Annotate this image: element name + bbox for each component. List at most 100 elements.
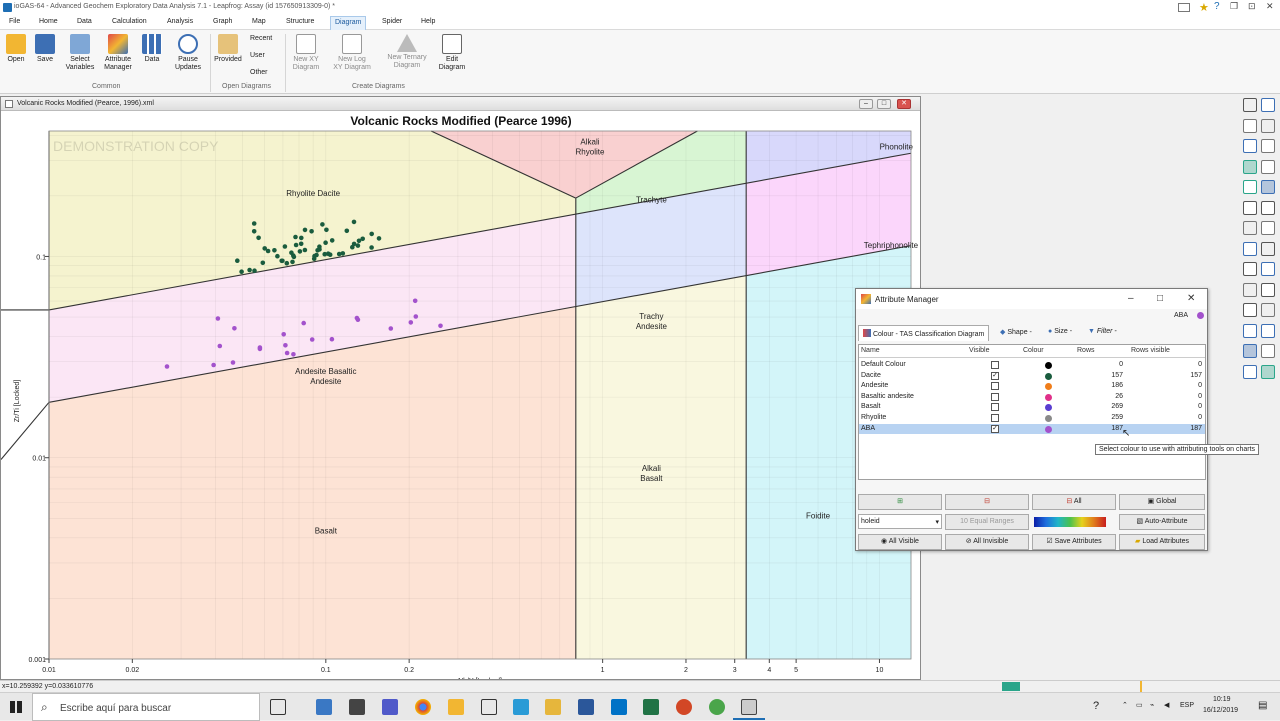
pointer-icon[interactable] xyxy=(1243,98,1257,112)
attribute-row[interactable]: ABA ✓ 187 187 xyxy=(859,423,1205,435)
visible-checkbox[interactable] xyxy=(991,414,999,422)
restore-icon[interactable]: ❐ xyxy=(1230,1,1238,12)
add-attribute-button[interactable]: ⊞ xyxy=(858,494,942,510)
attach-icon[interactable] xyxy=(1243,221,1257,235)
colour-swatch[interactable] xyxy=(1045,362,1052,369)
task-view-icon[interactable] xyxy=(270,699,286,715)
menu-graph[interactable]: Graph xyxy=(213,18,232,25)
word-icon[interactable] xyxy=(578,699,594,715)
edit-diagram-button[interactable]: Edit Diagram xyxy=(432,34,472,72)
attribute-row[interactable]: Default Colour 0 0 xyxy=(859,360,1205,371)
menu-map[interactable]: Map xyxy=(252,18,266,25)
unlock-icon[interactable] xyxy=(1261,344,1275,358)
store-icon[interactable] xyxy=(316,699,332,715)
save-button[interactable]: Save xyxy=(25,34,65,64)
minimize-icon[interactable]: – xyxy=(1128,293,1134,304)
colour-swatch[interactable] xyxy=(1045,383,1052,391)
label-icon[interactable] xyxy=(1243,282,1257,297)
percent-icon[interactable] xyxy=(1261,200,1275,215)
attribute-row[interactable]: Andesite 186 0 xyxy=(859,381,1205,392)
data-button[interactable]: Data xyxy=(132,34,172,64)
folder-icon[interactable] xyxy=(545,699,561,715)
ranges-select[interactable]: 10 Equal Ranges xyxy=(945,514,1029,530)
new-ternary-diagram-button[interactable]: New Ternary Diagram xyxy=(387,34,427,70)
layout-icon[interactable] xyxy=(1178,3,1190,12)
layers-icon[interactable] xyxy=(1243,241,1257,256)
iogas-icon[interactable] xyxy=(741,699,757,715)
other-menu[interactable]: Other xyxy=(250,69,268,76)
outlook-icon[interactable] xyxy=(611,699,627,715)
explorer-icon[interactable] xyxy=(448,699,464,715)
all-invisible-button[interactable]: ⊘ All Invisible xyxy=(945,534,1029,550)
maximize-button[interactable]: □ xyxy=(877,99,891,109)
colour-swatch[interactable] xyxy=(1045,393,1052,401)
grid-icon[interactable] xyxy=(1261,364,1275,379)
hand-icon[interactable] xyxy=(1261,139,1275,153)
new-log-xy-diagram-button[interactable]: New Log XY Diagram xyxy=(332,34,372,72)
anchor-icon[interactable] xyxy=(1261,303,1275,317)
tab-shape[interactable]: ◆ Shape - xyxy=(1000,328,1032,336)
network-icon[interactable]: ⌁ xyxy=(1150,701,1154,709)
attribute-row[interactable]: Basaltic andesite 26 0 xyxy=(859,392,1205,403)
visible-checkbox[interactable] xyxy=(991,403,999,412)
colour-swatch[interactable] xyxy=(1045,425,1052,433)
visible-checkbox[interactable] xyxy=(991,392,999,401)
colour-swatch[interactable] xyxy=(1045,372,1052,380)
colour-ramp[interactable] xyxy=(1034,517,1106,527)
visible-checkbox[interactable] xyxy=(991,382,999,391)
chart-icon[interactable] xyxy=(1261,262,1275,276)
all-visible-button[interactable]: ◉ All Visible xyxy=(858,534,942,550)
paint-icon[interactable] xyxy=(1261,180,1275,194)
mail-icon[interactable] xyxy=(481,699,497,715)
notification-icon[interactable]: ▤ xyxy=(1258,700,1267,711)
colour-swatch[interactable] xyxy=(1045,404,1052,412)
tab-filter[interactable]: ▼ Filter - xyxy=(1088,328,1117,335)
clock-time[interactable]: 10:19 xyxy=(1213,696,1231,703)
maximize-icon[interactable]: □ xyxy=(1157,293,1163,304)
language-indicator[interactable]: ESP xyxy=(1180,702,1194,709)
menu-home[interactable]: Home xyxy=(39,18,58,25)
attribute-row[interactable]: Basalt 269 0 xyxy=(859,402,1205,413)
menu-spider[interactable]: Spider xyxy=(382,18,402,25)
battery-icon[interactable]: ▭ xyxy=(1136,701,1143,709)
close-button[interactable]: ✕ xyxy=(897,99,911,109)
menu-data[interactable]: Data xyxy=(77,18,92,25)
formula-icon[interactable] xyxy=(1243,200,1257,215)
select-variables-button[interactable]: Select Variables xyxy=(60,34,100,72)
menu-diagram[interactable]: Diagram xyxy=(330,16,367,30)
visible-checkbox[interactable]: ✓ xyxy=(991,371,999,380)
move-icon[interactable] xyxy=(1243,303,1257,317)
close-icon[interactable]: ✕ xyxy=(1266,1,1274,12)
windows-start-icon[interactable] xyxy=(10,701,22,713)
save-attributes-button[interactable]: ☑ Save Attributes xyxy=(1032,534,1116,550)
excel-icon[interactable] xyxy=(643,699,659,715)
help-tray-icon[interactable]: ? xyxy=(1093,700,1099,712)
menu-analysis[interactable]: Analysis xyxy=(167,18,193,25)
attribute-row[interactable]: Rhyolite 259 0 xyxy=(859,413,1205,424)
teams-icon[interactable] xyxy=(382,699,398,715)
lasso-icon[interactable] xyxy=(1261,159,1275,174)
brush-icon[interactable] xyxy=(1243,180,1257,194)
chevron-up-icon[interactable]: ⌃ xyxy=(1122,701,1128,709)
volume-icon[interactable]: ◀ xyxy=(1164,701,1169,709)
chrome-icon[interactable] xyxy=(415,699,431,715)
menu-structure[interactable]: Structure xyxy=(286,18,314,25)
taskbar-search[interactable]: ⌕ Escribe aquí para buscar xyxy=(32,693,260,721)
table-icon[interactable] xyxy=(1243,364,1257,379)
link-icon[interactable] xyxy=(1261,221,1275,235)
pin-icon[interactable]: ⊡ xyxy=(1248,1,1256,12)
visible-checkbox[interactable] xyxy=(991,361,999,369)
tab-size[interactable]: ● Size - xyxy=(1048,328,1072,335)
lock-icon[interactable] xyxy=(1243,344,1257,358)
zoom-out-icon[interactable] xyxy=(1243,118,1257,133)
tas-diagram[interactable]: Alkali RhyoliteRhyolite DaciteTrachytePho… xyxy=(1,111,920,679)
attribute-row[interactable]: Dacite ✓ 157 157 xyxy=(859,371,1205,382)
remove-attribute-button[interactable]: ⊟ xyxy=(945,494,1029,510)
load-attributes-button[interactable]: ▰ Load Attributes xyxy=(1119,534,1205,550)
app-icon-blue[interactable] xyxy=(513,699,529,715)
close-icon[interactable]: ✕ xyxy=(1187,293,1195,304)
auto-attribute-button[interactable]: ▧ Auto-Attribute xyxy=(1119,514,1205,530)
visible-checkbox[interactable]: ✓ xyxy=(991,424,999,433)
star-icon[interactable]: ★ xyxy=(1199,1,1209,14)
global-button[interactable]: ▣ Global xyxy=(1119,494,1205,510)
